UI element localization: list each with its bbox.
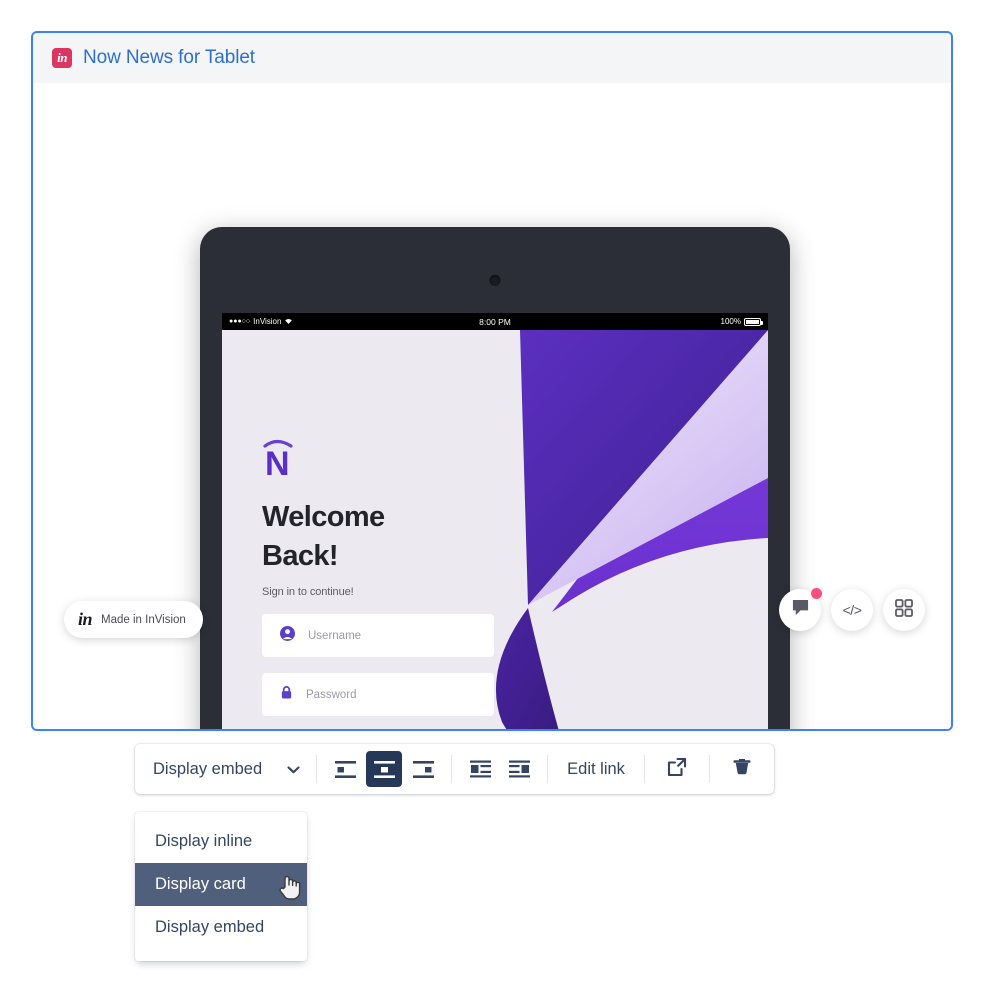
status-bar-time: 8:00 PM [479,316,511,327]
wrap-button-group [452,751,547,787]
code-icon: </> [842,602,862,618]
prototype-screen-content: N Welcome Back! Sign in to continue! Use… [222,330,768,729]
now-news-n-logo-icon: N [262,435,512,483]
comment-icon [791,599,810,622]
embed-title[interactable]: Now News for Tablet [83,47,255,69]
open-external-button[interactable] [659,751,695,787]
dropdown-option-label: Display embed [155,918,265,936]
code-fab[interactable]: </> [831,589,873,631]
wrap-right-button[interactable] [501,751,537,787]
embed-toolbar: Display embed Edit link [135,744,774,794]
dropdown-option-label: Display inline [155,832,253,850]
username-placeholder: Username [308,629,362,642]
grid-icon [895,598,913,622]
unread-badge [811,588,822,599]
display-mode-dropdown-menu: Display inline Display card Display embe… [135,812,307,961]
signin-subheading: Sign in to continue! [262,586,354,599]
wrap-right-icon [508,760,530,777]
welcome-line-1: Welcome [262,501,385,533]
dropdown-option-display-embed[interactable]: Display embed [135,906,307,949]
align-right-icon [412,760,434,778]
toolbar-divider [708,755,710,783]
made-in-invision-label: Made in InVision [101,613,186,626]
align-right-button[interactable] [405,751,441,787]
delete-button[interactable] [724,751,760,787]
alignment-button-group [317,751,451,787]
display-mode-select[interactable]: Display embed [135,744,316,794]
comment-fab[interactable] [779,588,822,631]
status-bar-right: 100% [720,317,763,326]
camera-icon [489,275,501,286]
embed-card-body: ●●●○○ InVision 8:00 PM 100% N Welcome Ba… [33,83,951,729]
username-field[interactable]: Username [262,614,494,658]
password-field[interactable]: Password [262,673,494,717]
align-center-button[interactable] [366,751,403,787]
embed-card[interactable]: in Now News for Tablet ●●●○○ InVision 8:… [31,31,953,731]
wrap-left-button[interactable] [462,751,498,787]
person-icon [280,625,295,646]
wrap-left-icon [469,760,491,777]
grid-fab[interactable] [883,589,925,631]
tablet-device-frame: ●●●○○ InVision 8:00 PM 100% N Welcome Ba… [200,227,790,729]
lock-icon [280,685,293,705]
dropdown-option-label: Display card [155,875,246,893]
align-left-icon [334,760,356,778]
welcome-line-2: Back! [262,539,339,572]
pointing-hand-cursor [277,873,303,901]
status-bar: ●●●○○ InVision 8:00 PM 100% [222,313,768,330]
chevron-down-icon [287,760,300,779]
dropdown-option-display-inline[interactable]: Display inline [135,820,307,863]
dropdown-option-display-card[interactable]: Display card [135,863,307,906]
battery-full-icon [744,317,763,326]
trash-icon [731,756,753,783]
open-external-icon [666,756,688,783]
svg-text:N: N [265,445,290,477]
display-mode-label: Display embed [153,759,263,778]
carrier-label: InVision [253,317,282,326]
battery-percent-label: 100% [720,317,741,326]
password-placeholder: Password [306,688,357,701]
edit-link-button[interactable]: Edit link [548,744,644,794]
signal-dots-icon: ●●●○○ [229,318,251,325]
align-left-button[interactable] [327,751,363,787]
made-in-invision-badge[interactable]: in Made in InVision [64,601,203,638]
embed-card-header: in Now News for Tablet [33,33,951,83]
tablet-screen: ●●●○○ InVision 8:00 PM 100% N Welcome Ba… [222,313,768,729]
login-form: N Welcome Back! Sign in to continue! Use… [262,435,512,729]
toolbar-divider [643,755,645,783]
status-bar-left: ●●●○○ InVision [229,317,293,327]
invision-wordmark-icon: in [78,609,93,629]
align-center-icon [373,760,395,778]
wifi-icon [284,317,293,327]
edit-link-label: Edit link [567,759,625,778]
invision-logo-icon: in [52,48,72,68]
welcome-heading: Welcome Back! [262,498,512,575]
prototype-action-buttons: </> [779,588,925,631]
